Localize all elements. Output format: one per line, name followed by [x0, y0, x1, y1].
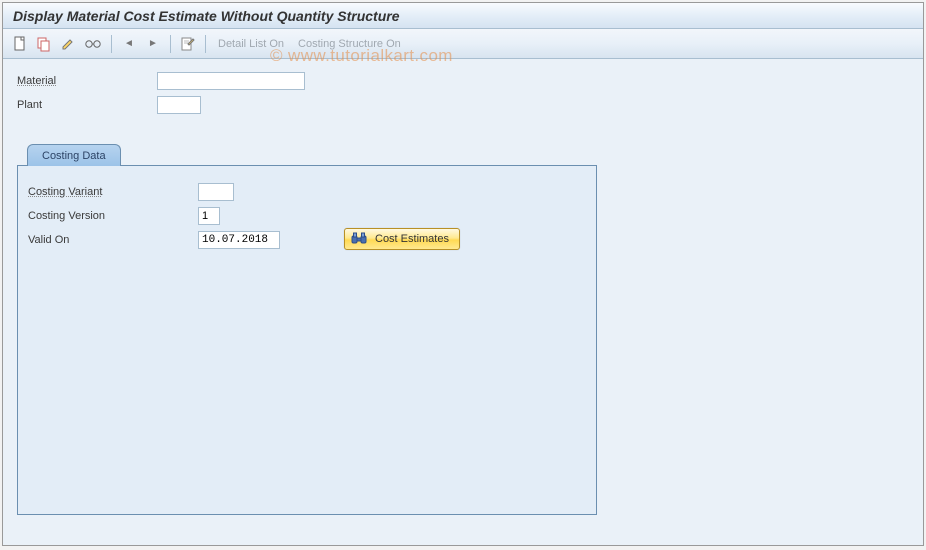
chevron-left-icon: ◄: [124, 38, 134, 49]
new-document-button[interactable]: [9, 33, 31, 55]
material-input[interactable]: [157, 72, 305, 90]
cost-estimates-label: Cost Estimates: [375, 233, 449, 245]
edit-note-button[interactable]: [177, 33, 199, 55]
valid-on-row: Valid On: [28, 230, 586, 250]
copy-button[interactable]: [33, 33, 55, 55]
valid-on-label: Valid On: [28, 234, 198, 246]
valid-on-input[interactable]: [198, 231, 280, 249]
content-area: Material Plant Costing Data Costing Vari…: [3, 59, 923, 545]
note-pencil-icon: [180, 36, 196, 52]
material-label: Material: [17, 75, 157, 87]
plant-row: Plant: [17, 95, 909, 115]
costing-variant-input[interactable]: [198, 183, 234, 201]
edit-button[interactable]: [57, 33, 79, 55]
previous-button[interactable]: ◄: [118, 33, 140, 55]
toolbar: ◄ ► Detail List On Costing Structure On: [3, 29, 923, 59]
costing-version-input[interactable]: [198, 207, 220, 225]
tab-container: Costing Data Costing Variant Costing Ver…: [17, 143, 909, 515]
document-icon: [13, 36, 27, 52]
plant-input[interactable]: [157, 96, 201, 114]
app-window: Display Material Cost Estimate Without Q…: [2, 2, 924, 546]
toolbar-separator: [170, 35, 171, 53]
pencil-icon: [61, 37, 75, 51]
costing-version-label: Costing Version: [28, 210, 198, 222]
display-button[interactable]: [81, 33, 105, 55]
page-title: Display Material Cost Estimate Without Q…: [13, 8, 400, 24]
toolbar-separator: [111, 35, 112, 53]
plant-label: Plant: [17, 99, 157, 111]
title-bar: Display Material Cost Estimate Without Q…: [3, 3, 923, 29]
costing-variant-row: Costing Variant: [28, 182, 586, 202]
costing-data-panel: Costing Variant Costing Version Valid On: [17, 165, 597, 515]
tab-label: Costing Data: [42, 150, 106, 162]
detail-list-toggle[interactable]: Detail List On: [212, 38, 290, 50]
tab-costing-data[interactable]: Costing Data: [27, 144, 121, 166]
glasses-icon: [84, 39, 102, 49]
toolbar-separator: [205, 35, 206, 53]
costing-variant-label: Costing Variant: [28, 186, 198, 198]
costing-structure-toggle[interactable]: Costing Structure On: [292, 38, 407, 50]
next-button[interactable]: ►: [142, 33, 164, 55]
material-row: Material: [17, 71, 909, 91]
chevron-right-icon: ►: [148, 38, 158, 49]
costing-version-row: Costing Version: [28, 206, 586, 226]
binoculars-icon: [351, 232, 367, 246]
cost-estimates-button[interactable]: Cost Estimates: [344, 228, 460, 250]
copy-icon: [36, 36, 52, 52]
tab-strip: Costing Data: [27, 143, 909, 165]
